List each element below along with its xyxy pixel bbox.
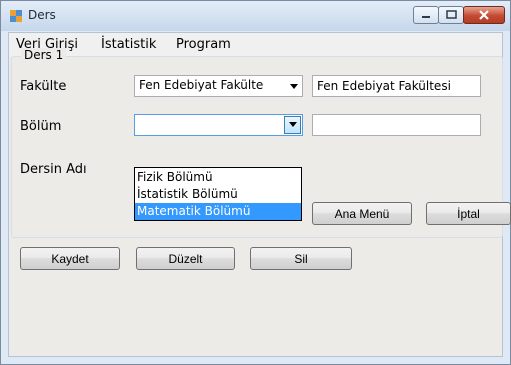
ana-menu-button[interactable]: Ana Menü <box>312 202 412 225</box>
bolum-label: Bölüm <box>20 119 62 134</box>
sil-button[interactable]: Sil <box>250 247 352 270</box>
bolum-textbox[interactable] <box>312 114 481 136</box>
app-icon <box>10 10 22 22</box>
maximize-button[interactable] <box>438 6 464 24</box>
dropdown-option[interactable]: Fizik Bölümü <box>135 169 301 186</box>
minimize-button[interactable] <box>413 6 439 24</box>
maximize-icon <box>446 10 457 19</box>
chevron-down-icon <box>289 122 297 127</box>
bolum-dropdown-list: Fizik Bölümü İstatistik Bölümü Matematik… <box>134 167 302 221</box>
menu-program[interactable]: Program <box>176 37 231 52</box>
fakulte-textbox[interactable]: Fen Edebiyat Fakültesi <box>312 75 481 97</box>
duzelt-button[interactable]: Düzelt <box>136 247 235 270</box>
title-bar[interactable]: Ders <box>1 1 510 31</box>
menu-bar: Veri Girişi İstatistik Program <box>9 33 502 57</box>
group-title: Ders 1 <box>21 48 67 62</box>
kaydet-button[interactable]: Kaydet <box>20 247 120 270</box>
iptal-button[interactable]: İptal <box>426 202 511 225</box>
dropdown-option-selected[interactable]: Matematik Bölümü <box>135 203 301 220</box>
menu-istatistik[interactable]: İstatistik <box>101 37 156 52</box>
dersin-adi-label: Dersin Adı <box>20 162 87 177</box>
app-window: Ders Veri Girişi İstatistik Program Ders… <box>0 0 511 365</box>
window-title: Ders <box>28 8 56 22</box>
fakulte-combo-value: Fen Edebiyat Fakülte <box>139 78 264 92</box>
close-button[interactable] <box>463 6 505 24</box>
bolum-combobox[interactable] <box>134 114 303 136</box>
bolum-dropdown-button[interactable] <box>284 116 301 134</box>
fakulte-label: Fakülte <box>20 79 67 94</box>
minimize-icon <box>422 16 430 18</box>
chevron-down-icon <box>290 84 298 89</box>
fakulte-combobox[interactable]: Fen Edebiyat Fakülte <box>134 75 303 97</box>
dropdown-option[interactable]: İstatistik Bölümü <box>135 186 301 203</box>
close-icon <box>479 10 489 20</box>
fakulte-text-value: Fen Edebiyat Fakültesi <box>317 79 451 93</box>
